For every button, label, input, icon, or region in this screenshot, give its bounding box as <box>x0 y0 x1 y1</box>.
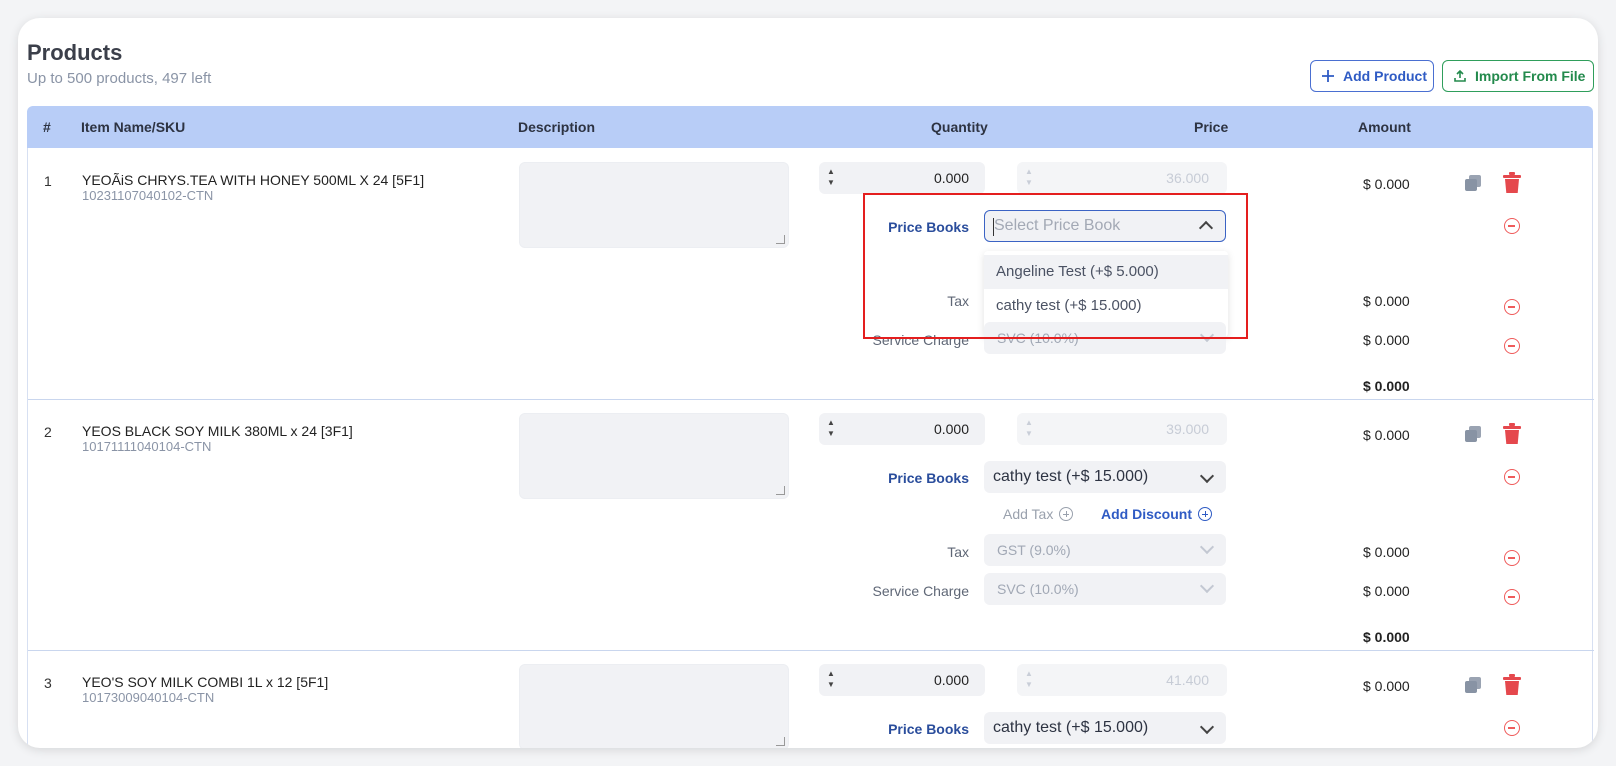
import-from-file-button[interactable]: Import From File <box>1442 60 1594 92</box>
item-name: YEOÃiS CHRYS.TEA WITH HONEY 500ML X 24 [… <box>82 172 425 188</box>
price-input: ▲ ▼ 41.400 <box>1017 664 1227 696</box>
service-charge-select[interactable]: SVC (10.0%) <box>984 573 1226 605</box>
copy-icon[interactable] <box>1464 676 1482 694</box>
quantity-stepper[interactable]: ▲ ▼ 0.000 <box>819 413 985 445</box>
remove-price-book-icon[interactable] <box>1504 218 1520 234</box>
item-name: YEO'S SOY MILK COMBI 1L x 12 [5F1] <box>82 674 329 690</box>
item-sku: 10231107040102-CTN <box>82 188 214 203</box>
col-number: # <box>43 119 51 135</box>
row-number: 3 <box>44 675 52 691</box>
service-charge-label: Service Charge <box>872 583 970 599</box>
quantity-value: 0.000 <box>933 421 969 437</box>
row-divider <box>28 650 1594 651</box>
trash-icon[interactable] <box>1502 674 1522 696</box>
amount-value: $ 0.000 <box>1363 678 1410 694</box>
add-discount-link[interactable]: Add Discount <box>1101 506 1212 522</box>
remove-service-charge-icon[interactable] <box>1504 338 1520 354</box>
quantity-value: 0.000 <box>933 672 969 688</box>
remove-service-charge-icon[interactable] <box>1504 589 1520 605</box>
price-value: 41.400 <box>1166 672 1209 688</box>
tax-select[interactable]: GST (9.0%) <box>984 534 1226 566</box>
tax-value: GST (9.0%) <box>997 542 1071 558</box>
add-discount-label: Add Discount <box>1101 506 1192 522</box>
chevron-down-icon <box>1199 468 1215 484</box>
description-input[interactable] <box>519 413 789 499</box>
description-input[interactable] <box>519 664 789 748</box>
tax-label: Tax <box>947 544 969 560</box>
col-amount: Amount <box>1358 119 1411 135</box>
price-books-label: Price Books <box>888 721 969 737</box>
copy-icon[interactable] <box>1464 174 1482 192</box>
price-value: 39.000 <box>1166 421 1209 437</box>
highlight-box <box>863 193 1248 339</box>
import-from-file-label: Import From File <box>1475 68 1586 84</box>
price-book-value: cathy test (+$ 15.000) <box>993 719 1149 736</box>
item-sku: 10171111040104-CTN <box>82 439 212 454</box>
add-tax-label: Add Tax <box>1003 506 1054 522</box>
row-total: $ 0.000 <box>1363 629 1410 645</box>
copy-icon[interactable] <box>1464 425 1482 443</box>
price-input: ▲ ▼ 36.000 <box>1017 162 1227 194</box>
products-card: Products Up to 500 products, 497 left Ad… <box>18 18 1598 748</box>
price-input: ▲ ▼ 39.000 <box>1017 413 1227 445</box>
item-sku: 10173009040104-CTN <box>82 690 215 705</box>
quantity-stepper[interactable]: ▲ ▼ 0.000 <box>819 664 985 696</box>
price-book-select[interactable]: cathy test (+$ 15.000) <box>984 712 1226 744</box>
page-title: Products <box>27 40 123 65</box>
plus-circle-icon <box>1198 507 1212 521</box>
table-header: # Item Name/SKU Description Quantity Pri… <box>27 106 1593 148</box>
plus-circle-icon <box>1059 507 1074 521</box>
description-input[interactable] <box>519 162 789 248</box>
service-charge-amount: $ 0.000 <box>1363 583 1410 599</box>
quantity-stepper[interactable]: ▲ ▼ 0.000 <box>819 162 985 194</box>
trash-icon[interactable] <box>1502 172 1522 194</box>
chevron-down-icon <box>1199 719 1215 735</box>
quantity-value: 0.000 <box>933 170 969 186</box>
row-number: 2 <box>44 424 52 440</box>
tax-amount: $ 0.000 <box>1363 293 1410 309</box>
amount-value: $ 0.000 <box>1363 427 1410 443</box>
remove-tax-icon[interactable] <box>1504 550 1520 566</box>
item-name: YEOS BLACK SOY MILK 380ML x 24 [3F1] <box>82 423 353 439</box>
add-product-label: Add Product <box>1343 68 1427 84</box>
price-books-label: Price Books <box>888 470 969 486</box>
add-tax-link[interactable]: Add Tax <box>1003 506 1074 522</box>
price-value: 36.000 <box>1166 170 1209 186</box>
col-item-name: Item Name/SKU <box>81 119 186 135</box>
upload-icon <box>1454 69 1466 82</box>
price-book-select[interactable]: cathy test (+$ 15.000) <box>984 461 1226 493</box>
product-limit-text: Up to 500 products, 497 left <box>27 70 212 87</box>
row-number: 1 <box>44 173 52 189</box>
remove-price-book-icon[interactable] <box>1504 720 1520 736</box>
remove-price-book-icon[interactable] <box>1504 469 1520 485</box>
row-divider <box>28 399 1594 400</box>
table-body: 1 YEOÃiS CHRYS.TEA WITH HONEY 500ML X 24… <box>27 148 1594 748</box>
chevron-down-icon <box>1199 539 1215 555</box>
amount-value: $ 0.000 <box>1363 176 1410 192</box>
chevron-down-icon <box>1199 578 1215 594</box>
service-charge-value: SVC (10.0%) <box>997 581 1079 597</box>
plus-icon <box>1322 70 1334 82</box>
row-total: $ 0.000 <box>1363 378 1410 394</box>
remove-tax-icon[interactable] <box>1504 299 1520 315</box>
col-quantity: Quantity <box>931 119 988 135</box>
col-description: Description <box>518 119 596 135</box>
price-book-value: cathy test (+$ 15.000) <box>993 468 1149 485</box>
service-charge-amount: $ 0.000 <box>1363 332 1410 348</box>
tax-amount: $ 0.000 <box>1363 544 1410 560</box>
trash-icon[interactable] <box>1502 423 1522 445</box>
add-product-button[interactable]: Add Product <box>1310 60 1434 92</box>
col-price: Price <box>1194 119 1229 135</box>
